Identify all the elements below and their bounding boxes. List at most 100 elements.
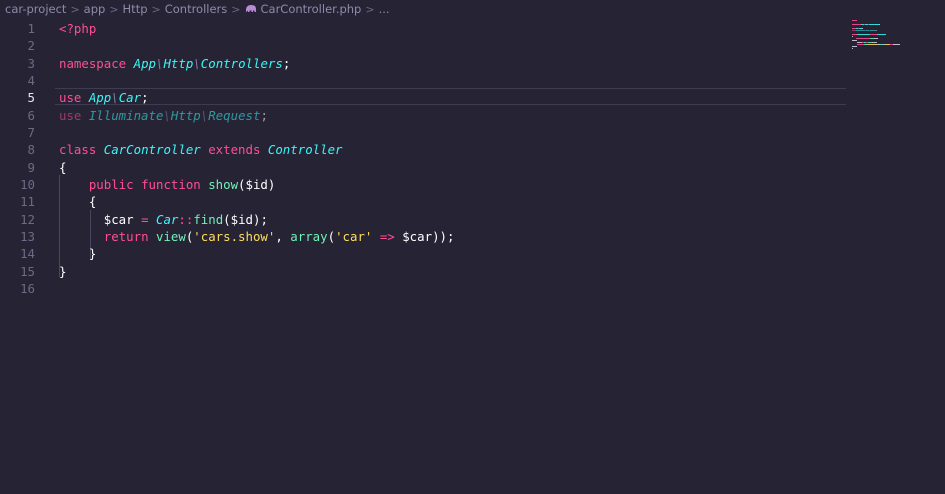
code-line[interactable]: 1 <?php: [0, 20, 846, 37]
code-token: Controller: [267, 142, 343, 158]
code-line[interactable]: 6 use Illuminate\Http\Request;: [0, 107, 846, 124]
code-text: }: [59, 263, 66, 280]
chevron-right-icon: >: [151, 2, 161, 16]
code-line[interactable]: 2: [0, 37, 846, 54]
code-token: ;: [282, 55, 291, 71]
code-line[interactable]: 3 namespace App\Http\Controllers;: [0, 55, 846, 72]
code-token: function: [141, 176, 209, 192]
code-text: class CarController extends Controller: [59, 141, 343, 158]
code-text: return view('cars.show', array('car' => …: [59, 228, 455, 245]
minimap-stroke: [879, 24, 880, 25]
breadcrumb-item-app[interactable]: app: [84, 2, 106, 16]
breadcrumb-item-more[interactable]: ...: [379, 2, 390, 16]
breadcrumb-item-http[interactable]: Http: [123, 2, 148, 16]
minimap-stroke: [857, 34, 870, 35]
code-line[interactable]: 8 class CarController extends Controller: [0, 141, 846, 158]
code-token: find: [193, 211, 224, 227]
line-number: 2: [27, 38, 35, 54]
breadcrumb-item-file[interactable]: CarController.php: [261, 2, 362, 16]
minimap-stroke: [876, 30, 878, 31]
minimap[interactable]: [848, 18, 945, 494]
line-number: 3: [27, 55, 35, 71]
code-token: ($id);: [223, 211, 268, 227]
code-token: ;: [260, 107, 268, 123]
code-line[interactable]: 9{: [0, 159, 846, 176]
code-token: =: [141, 211, 156, 227]
code-token: public: [88, 176, 142, 192]
line-number: 10: [20, 176, 35, 192]
php-elephant-icon: [245, 5, 256, 13]
line-number: 14: [20, 246, 35, 262]
code-token: use: [59, 90, 89, 106]
code-line[interactable]: 5 use App\Car;: [0, 89, 846, 106]
line-number: 7: [27, 124, 35, 140]
code-token: }: [59, 246, 97, 262]
minimap-stroke: [852, 20, 857, 21]
minimap-stroke: [852, 36, 853, 37]
code-token: \: [111, 90, 119, 106]
code-line[interactable]: 16: [0, 280, 846, 297]
line-number: 5: [27, 90, 35, 106]
chevron-right-icon: >: [70, 2, 80, 16]
code-token: return: [103, 228, 156, 244]
code-token: Http: [163, 55, 194, 71]
minimap-stroke: [852, 46, 857, 47]
minimap-stroke: [871, 42, 878, 43]
code-text: $car = Car::find($id);: [59, 211, 268, 228]
minimap-stroke: [869, 24, 879, 25]
code-token: =>: [372, 228, 403, 244]
code-line[interactable]: 10 public function show($id): [0, 176, 846, 193]
code-token: view: [155, 228, 186, 244]
code-text: {: [59, 193, 96, 210]
minimap-stroke: [870, 34, 878, 35]
code-token: $car: [103, 211, 142, 227]
code-text: public function show($id): [59, 176, 276, 193]
minimap-stroke: [852, 40, 857, 41]
code-token: <?php: [59, 21, 97, 36]
code-token: extends: [208, 142, 268, 158]
code-token: {: [59, 159, 67, 175]
line-number: 4: [27, 72, 35, 88]
line-number: 1: [27, 21, 35, 36]
code-line[interactable]: 4: [0, 72, 846, 89]
code-token: App: [133, 55, 156, 71]
code-line[interactable]: 13 return view('cars.show', array('car' …: [0, 228, 846, 245]
code-token: Illuminate: [88, 107, 164, 123]
code-line[interactable]: 14 }: [0, 245, 846, 262]
code-token: $car: [402, 228, 433, 244]
code-token: ;: [141, 90, 149, 106]
chevron-right-icon: >: [109, 2, 119, 16]
code-line[interactable]: 12 $car = Car::find($id);: [0, 211, 846, 228]
line-number: 6: [27, 107, 35, 123]
code-token: ,: [275, 228, 291, 244]
code-token: 'car': [335, 228, 373, 244]
code-token: }: [59, 263, 67, 279]
minimap-stroke: [861, 28, 863, 29]
code-text: namespace App\Http\Controllers;: [59, 55, 290, 72]
line-number: 15: [20, 263, 35, 279]
code-editor[interactable]: 1 <?php 2 3 namespace App\Http\Controllers; 4…: [0, 19, 846, 494]
code-token: Car: [156, 211, 179, 227]
line-number: 8: [27, 142, 35, 158]
code-token: ::: [178, 211, 194, 227]
breadcrumb-item-project[interactable]: car-project: [5, 2, 66, 16]
code-token: array: [290, 228, 328, 244]
code-token: Car: [118, 90, 142, 106]
chevron-right-icon: >: [365, 2, 375, 16]
code-text: use App\Car;: [59, 89, 149, 106]
code-token: use: [59, 107, 89, 123]
code-line[interactable]: 11 {: [0, 193, 846, 210]
code-line[interactable]: 15}: [0, 263, 846, 280]
code-token: Request: [208, 107, 261, 123]
breadcrumb: car-project > app > Http > Controllers >…: [0, 0, 945, 18]
minimap-stroke: [873, 38, 879, 39]
code-token: ));: [432, 228, 455, 244]
code-line[interactable]: 7: [0, 124, 846, 141]
code-token: App: [88, 90, 112, 106]
code-token: Http: [170, 107, 201, 123]
code-text: <?php: [59, 20, 96, 37]
minimap-stroke: [877, 34, 887, 35]
breadcrumb-item-controllers[interactable]: Controllers: [165, 2, 228, 16]
